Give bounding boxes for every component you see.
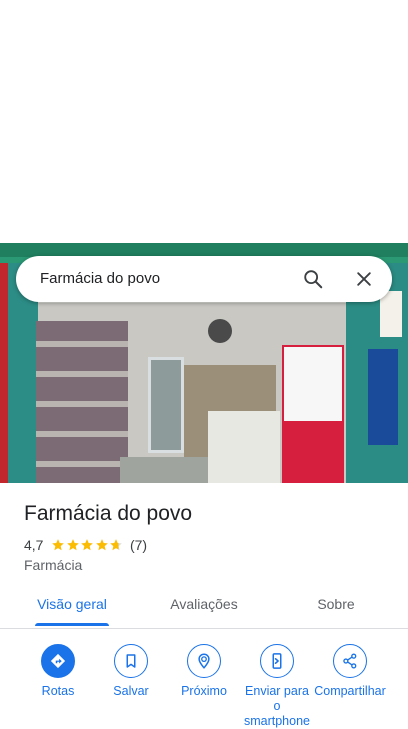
tab-reviews[interactable]: Avaliações xyxy=(154,586,254,626)
directions-icon xyxy=(50,653,66,669)
map-area-blank xyxy=(0,0,408,243)
star-icon xyxy=(52,539,65,551)
rating-value: 4,7 xyxy=(24,537,44,553)
nearby-label: Próximo xyxy=(181,684,227,698)
tab-about[interactable]: Sobre xyxy=(286,586,386,626)
save-button[interactable]: Salvar xyxy=(94,644,168,699)
search-icon[interactable] xyxy=(302,268,324,290)
tab-overview[interactable]: Visão geral xyxy=(22,586,122,626)
place-tabs: Visão geral Avaliações Sobre xyxy=(0,586,408,629)
save-label: Salvar xyxy=(113,684,149,698)
directions-label: Rotas xyxy=(41,684,75,698)
place-category: Farmácia xyxy=(24,557,83,573)
send-to-phone-button[interactable]: Enviar para o smartphone xyxy=(240,644,314,729)
share-icon xyxy=(343,653,357,669)
close-icon[interactable] xyxy=(354,269,374,289)
rating-row[interactable]: 4,7 (7) xyxy=(24,535,147,555)
action-buttons: Rotas Salvar Próximo Enviar para o smart… xyxy=(0,644,408,729)
star-icon xyxy=(81,539,94,551)
bookmark-icon xyxy=(126,654,136,668)
directions-button[interactable]: Rotas xyxy=(21,644,95,699)
send-to-phone-label: Enviar para o smartphone xyxy=(243,684,310,728)
review-count[interactable]: (7) xyxy=(130,537,147,553)
nearby-icon xyxy=(198,653,210,669)
star-icon xyxy=(96,539,108,551)
star-icon xyxy=(67,539,79,551)
search-bar[interactable]: Farmácia do povo xyxy=(16,256,392,302)
search-query-text[interactable]: Farmácia do povo xyxy=(40,256,160,302)
star-icon xyxy=(110,539,123,551)
nearby-button[interactable]: Próximo xyxy=(167,644,241,699)
send-to-phone-icon xyxy=(272,653,282,669)
rating-stars xyxy=(51,538,124,552)
place-title: Farmácia do povo xyxy=(24,502,193,525)
active-tab-indicator xyxy=(35,623,109,626)
share-label: Compartilhar xyxy=(314,684,386,698)
share-button[interactable]: Compartilhar xyxy=(313,644,387,699)
